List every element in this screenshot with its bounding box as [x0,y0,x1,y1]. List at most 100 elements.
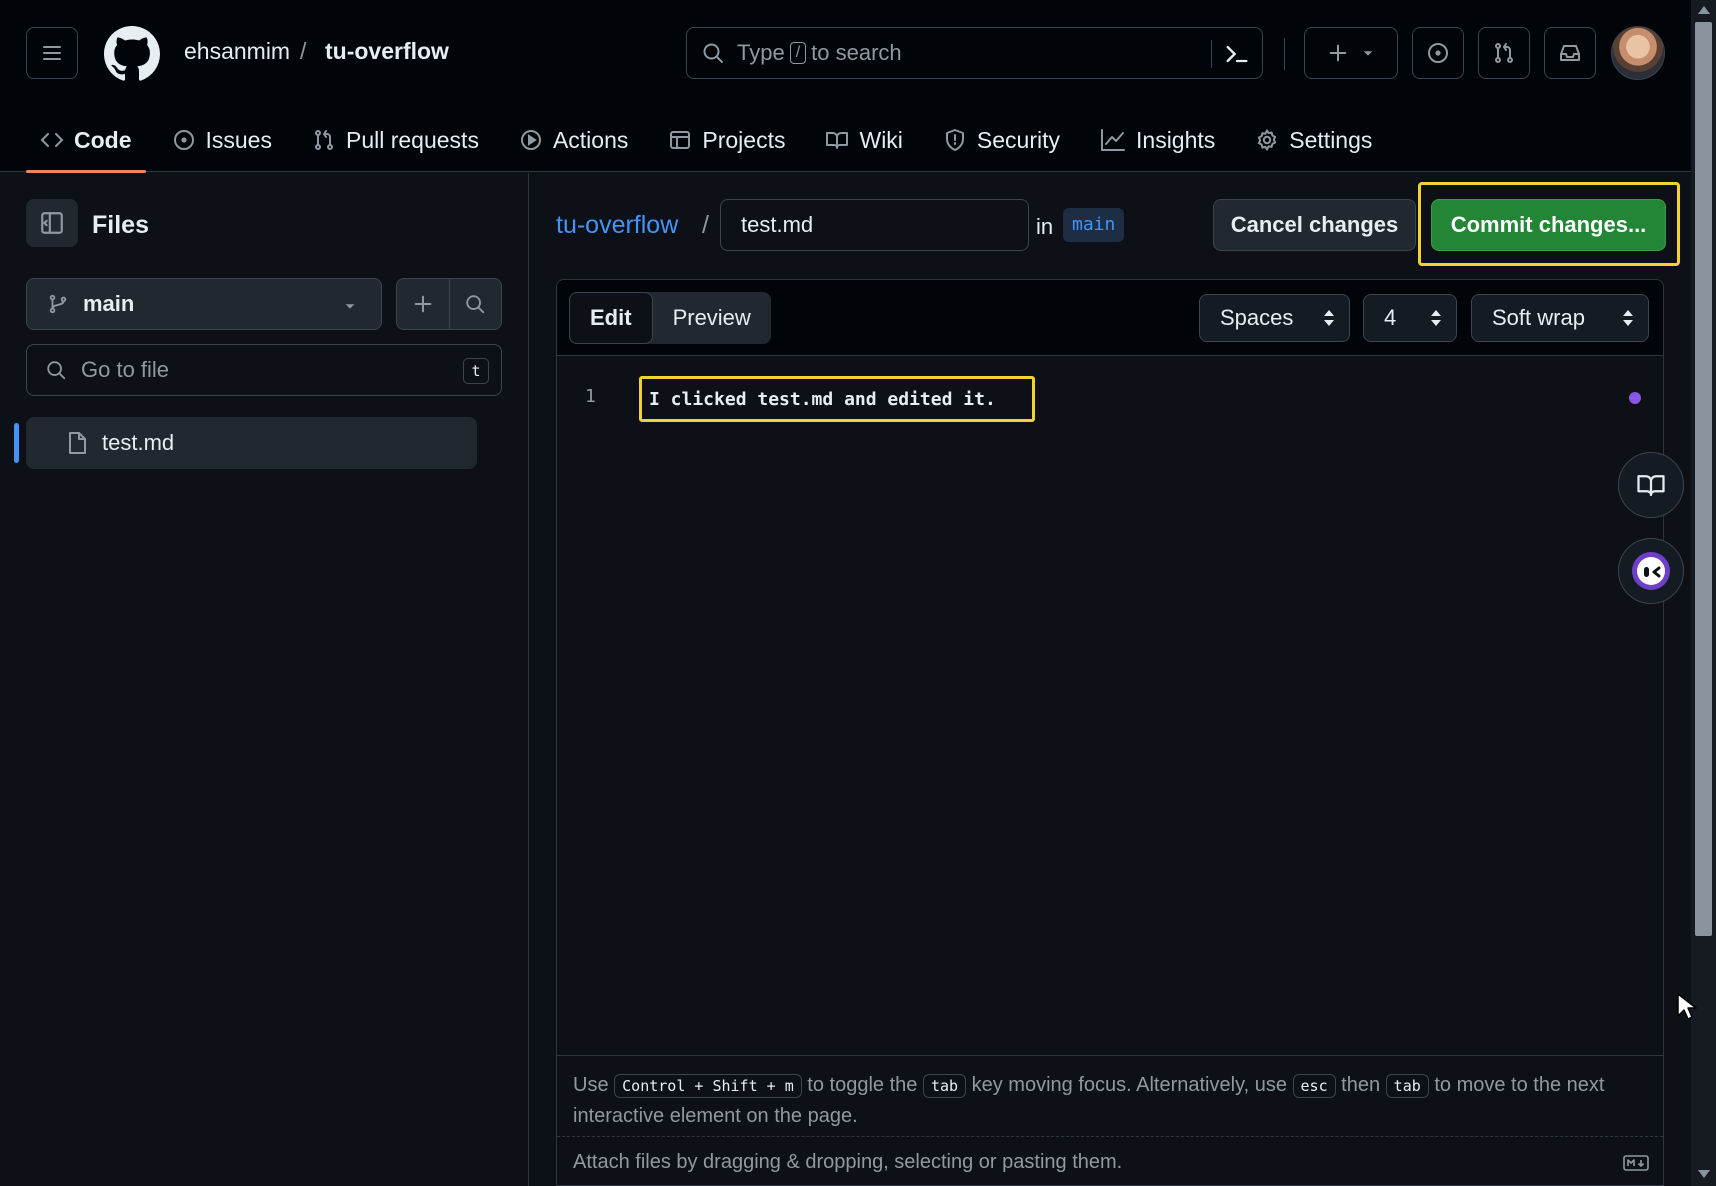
hint-esc-key: esc [1292,1074,1336,1098]
tab-security-label: Security [976,126,1061,153]
file-tree-item[interactable]: test.md [26,417,477,469]
search-divider [1211,40,1212,68]
indent-mode-value: Spaces [1220,305,1294,330]
tab-projects-label: Projects [702,126,786,153]
shield-icon [945,129,964,151]
file-icon [69,432,86,454]
scroll-up-arrow[interactable] [1698,6,1710,14]
create-new-button[interactable] [1304,27,1398,79]
book-icon [826,132,849,149]
go-to-file-shortcut: t [463,358,489,384]
hint-tab-key: tab [922,1074,967,1098]
tab-insights-label: Insights [1136,126,1216,153]
tab-code-label: Code [74,126,132,153]
issue-opened-icon [1428,43,1448,63]
attach-files-area[interactable]: Attach files by dragging & dropping, sel… [557,1136,1663,1185]
tab-issues[interactable]: Issues [158,108,286,172]
tab-insights[interactable]: Insights [1086,108,1229,172]
search-files-button[interactable] [450,279,502,329]
plus-icon [1329,44,1347,62]
table-icon [670,131,691,149]
triangle-down-icon [1363,51,1373,56]
triangle-down-icon [345,304,355,309]
wrap-mode-select[interactable]: Soft wrap [1471,294,1649,342]
hint-text: then [1341,1074,1381,1096]
git-branch-icon [49,294,67,314]
keyboard-hint: Use Control + Shift + m to toggle the ta… [557,1055,1663,1136]
wrap-mode-value: Soft wrap [1492,305,1585,330]
in-label: in [1036,214,1054,239]
tab-actions-label: Actions [552,126,629,153]
cancel-changes-button[interactable]: Cancel changes [1213,199,1416,251]
tab-settings[interactable]: Settings [1241,108,1386,172]
app-header: ehsanmim / tu-overflow Type / to search [0,0,1691,173]
tab-actions[interactable]: Actions [505,108,642,172]
graph-icon [1101,129,1126,151]
tab-pull-requests-label: Pull requests [345,126,479,153]
hint-tab-key: tab [1385,1074,1429,1098]
your-pull-requests-button[interactable] [1478,27,1530,79]
code-editor: Edit Preview Spaces 4 Soft wrap 1 I clic… [556,279,1664,1186]
owner-link[interactable]: ehsanmim [184,38,290,65]
tab-edit[interactable]: Edit [569,292,653,344]
go-to-file-input[interactable]: Go to file t [26,344,502,396]
command-palette-icon[interactable] [1223,40,1251,68]
code-line[interactable]: I clicked test.md and edited it. [639,376,1035,422]
select-arrows-icon [1324,310,1334,326]
search-icon [466,295,485,314]
search-placeholder-prefix: Type [737,40,785,65]
search-icon [47,361,66,380]
tab-pull-requests[interactable]: Pull requests [298,108,493,172]
markdown-icon [1623,1155,1649,1171]
indent-mode-select[interactable]: Spaces [1199,294,1350,342]
tab-code[interactable]: Code [26,108,146,173]
scroll-down-arrow[interactable] [1698,1170,1710,1178]
branch-badge[interactable]: main [1063,208,1125,242]
collapse-sidebar-button[interactable] [26,199,78,247]
tab-security[interactable]: Security [929,108,1074,172]
repo-nav: Code Issues Pull requests Actions Projec… [26,108,1398,173]
play-icon [520,130,541,150]
docs-button[interactable] [1618,452,1684,518]
hamburger-icon [43,46,61,60]
indent-size-value: 4 [1384,305,1397,330]
plus-icon [414,295,432,313]
search-shortcut-key: / [789,42,807,64]
commit-changes-button[interactable]: Commit changes... [1431,199,1666,251]
line-number: 1 [585,386,596,407]
menu-button[interactable] [26,27,78,79]
hint-text: Use [573,1074,609,1096]
tab-wiki[interactable]: Wiki [811,108,916,172]
scroll-thumb[interactable] [1695,22,1712,936]
search-input[interactable]: Type / to search [686,27,1263,79]
inbox-icon [1560,45,1580,61]
your-issues-button[interactable] [1412,27,1464,79]
search-placeholder-suffix: to search [811,40,902,65]
code-content-area[interactable]: 1 I clicked test.md and edited it. [557,356,1663,1056]
file-tree-sidebar: Files main Go to file t test.md [0,173,529,1186]
search-icon [703,43,723,63]
copilot-icon [1632,552,1670,590]
notifications-button[interactable] [1544,27,1596,79]
sidebar-collapse-icon [41,212,63,234]
tab-preview[interactable]: Preview [653,292,771,344]
selected-file-indicator [14,423,19,463]
go-to-file-placeholder: Go to file [81,357,170,382]
github-logo-icon[interactable] [104,26,160,82]
branch-name: main [83,291,135,316]
code-icon [40,133,64,147]
tab-wiki-label: Wiki [859,126,903,153]
tab-projects[interactable]: Projects [654,108,799,172]
editor-repo-link[interactable]: tu-overflow [556,211,678,240]
add-file-button[interactable] [397,279,450,329]
avatar[interactable] [1611,26,1665,80]
hint-text: key moving focus. Alternatively, use [971,1074,1287,1096]
branch-selector[interactable]: main [26,278,382,330]
filename-field[interactable] [720,199,1029,251]
repo-link[interactable]: tu-overflow [325,38,449,65]
file-tree-item-label: test.md [102,430,175,455]
copilot-button[interactable] [1618,538,1684,604]
indent-size-select[interactable]: 4 [1363,294,1457,342]
hint-shortcut-key: Control + Shift + m [614,1074,802,1098]
files-title: Files [92,211,149,239]
